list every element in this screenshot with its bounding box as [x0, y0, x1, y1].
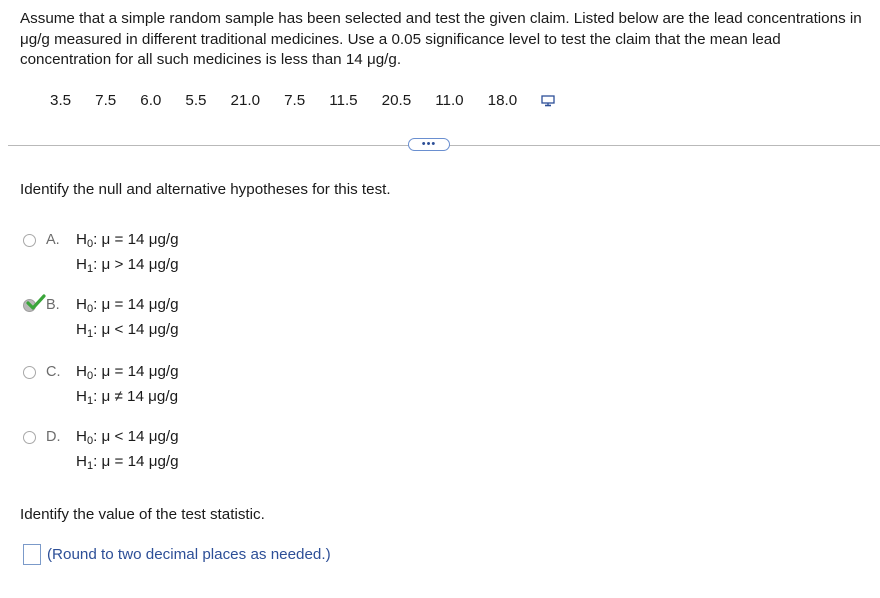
data-value: 6.0 [140, 91, 162, 109]
option-c-null-hypothesis: H0: μ = 14 μg/g [76, 363, 179, 382]
data-value: 21.0 [230, 91, 261, 109]
option-b-alt-hypothesis: H1: μ < 14 μg/g [76, 321, 179, 340]
option-c-radio[interactable] [23, 366, 36, 379]
hypotheses-question: Identify the null and alternative hypoth… [20, 181, 391, 198]
rounding-hint: (Round to two decimal places as needed.) [47, 546, 331, 563]
data-values-row: 3.5 7.5 6.0 5.5 21.0 7.5 11.5 20.5 11.0 … [50, 90, 555, 110]
option-a[interactable]: A. H0: μ = 14 μg/g H1: μ > 14 μg/g [23, 231, 323, 282]
data-value: 7.5 [284, 91, 306, 109]
data-value: 11.5 [329, 91, 358, 109]
option-a-null-hypothesis: H0: μ = 14 μg/g [76, 231, 179, 250]
correct-check-icon [26, 294, 46, 310]
expand-more-button[interactable]: ••• [408, 138, 450, 151]
data-value: 20.5 [381, 91, 412, 109]
option-a-letter: A. [46, 232, 60, 248]
option-d-radio[interactable] [23, 431, 36, 444]
option-c[interactable]: C. H0: μ = 14 μg/g H1: μ ≠ 14 μg/g [23, 363, 323, 414]
option-c-letter: C. [46, 364, 61, 380]
option-a-radio[interactable] [23, 234, 36, 247]
option-b[interactable]: B. H0: μ = 14 μg/g H1: μ < 14 μg/g [23, 294, 323, 347]
option-b-null-hypothesis: H0: μ = 14 μg/g [76, 296, 179, 315]
test-statistic-input[interactable] [23, 544, 41, 565]
data-value: 18.0 [487, 91, 518, 109]
option-d[interactable]: D. H0: μ < 14 μg/g H1: μ = 14 μg/g [23, 428, 323, 479]
data-value: 5.5 [185, 91, 207, 109]
question-prompt: Assume that a simple random sample has b… [20, 10, 862, 68]
option-c-alt-hypothesis: H1: μ ≠ 14 μg/g [76, 388, 179, 407]
test-statistic-question: Identify the value of the test statistic… [20, 506, 265, 523]
data-value: 3.5 [50, 91, 72, 109]
data-value: 7.5 [95, 91, 117, 109]
copy-data-icon[interactable] [541, 94, 555, 107]
option-d-alt-hypothesis: H1: μ = 14 μg/g [76, 453, 179, 472]
option-a-alt-hypothesis: H1: μ > 14 μg/g [76, 256, 179, 275]
option-b-letter: B. [46, 297, 60, 313]
option-d-letter: D. [46, 429, 61, 445]
data-value: 11.0 [435, 91, 464, 109]
option-d-null-hypothesis: H0: μ < 14 μg/g [76, 428, 179, 447]
